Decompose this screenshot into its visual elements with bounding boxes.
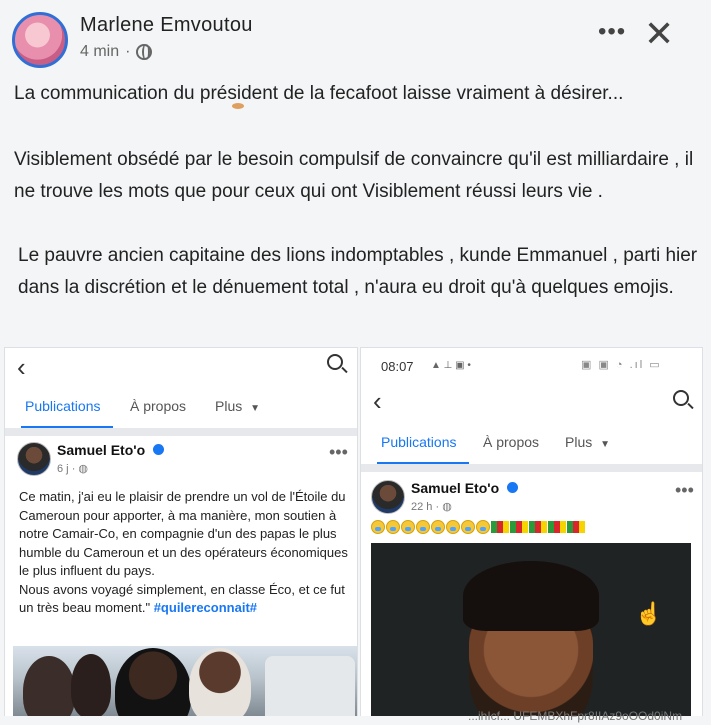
- left-post-photo[interactable]: [13, 646, 357, 716]
- right-inner-author-name: Samuel Eto'o: [411, 480, 500, 496]
- close-icon[interactable]: ✕: [644, 16, 674, 52]
- tab-plus-label: Plus: [215, 398, 243, 414]
- samuel-avatar[interactable]: [371, 480, 405, 514]
- post-header: Marlene Emvoutou 4 min · ••• ✕: [0, 0, 711, 80]
- footer-text: ...ihIcf... UFEMBXhFpr8IIAz9oOOd0iNm: [468, 709, 683, 723]
- chevron-down-icon: ▼: [600, 439, 611, 450]
- tab-a-propos[interactable]: À propos: [483, 434, 539, 450]
- right-post-photo[interactable]: ☝: [371, 543, 691, 716]
- right-inner-author[interactable]: Samuel Eto'o: [411, 480, 519, 496]
- crying-emoji-icon: [371, 520, 385, 534]
- status-icons-left: ▲ ⊥ ▣ •: [431, 360, 471, 371]
- right-inner-time: 22 h · ◍: [411, 500, 452, 513]
- author-name[interactable]: Marlene Emvoutou: [80, 14, 253, 37]
- post-paragraph-3: Le pauvre ancien capitaine des lions ind…: [18, 245, 698, 298]
- emoji-row: [371, 520, 701, 536]
- left-inner-post-body: Ce matin, j'ai eu le plaisir de prendre …: [19, 489, 348, 615]
- photo-person-1: [23, 656, 75, 716]
- left-inner-post-header: Samuel Eto'o 6 j · ◍ •••: [5, 440, 357, 488]
- more-icon[interactable]: •••: [675, 480, 694, 501]
- right-inner-post-header: Samuel Eto'o 22 h · ◍ •••: [361, 478, 702, 526]
- post-paragraph-2: Visiblement obsédé par le besoin compuls…: [14, 149, 694, 202]
- portrait-hair: [463, 561, 599, 631]
- left-inner-author-name: Samuel Eto'o: [57, 442, 146, 458]
- photo-person-2: [71, 654, 111, 716]
- globe-icon: · ◍: [71, 463, 89, 475]
- divider: [361, 464, 702, 472]
- left-tabs: Publications À propos Plus ▼: [5, 386, 357, 429]
- post-meta: 4 min ·: [80, 43, 153, 61]
- right-inner-time-text: 22 h: [411, 501, 433, 513]
- right-nav: ‹: [361, 382, 702, 422]
- cameroon-flag-icon: [548, 521, 566, 533]
- back-icon[interactable]: ‹: [373, 386, 382, 417]
- photo-person-3: [115, 648, 191, 716]
- post-time[interactable]: 4 min: [80, 43, 119, 61]
- post-paragraph-1: La communication du président de la feca…: [14, 83, 624, 104]
- divider: [5, 428, 357, 436]
- hand-cursor-icon: ☝: [635, 601, 663, 626]
- crying-emoji-icon: [446, 520, 460, 534]
- chevron-down-icon: ▼: [250, 403, 261, 414]
- right-tabs: Publications À propos Plus ▼: [361, 422, 702, 465]
- globe-icon: · ◍: [435, 501, 452, 513]
- tab-plus[interactable]: Plus ▼: [565, 434, 610, 450]
- status-icons-right: ▣ ▣ ◔ .ıl ▭: [581, 359, 662, 371]
- more-icon[interactable]: •••: [598, 20, 626, 44]
- author-avatar[interactable]: [12, 12, 68, 68]
- cameroon-flag-icon: [491, 521, 509, 533]
- tab-publications[interactable]: Publications: [25, 398, 101, 414]
- more-icon[interactable]: •••: [329, 442, 348, 463]
- photo-person-4: [189, 648, 251, 716]
- samuel-avatar[interactable]: [17, 442, 51, 476]
- crying-emoji-icon: [401, 520, 415, 534]
- left-inner-time: 6 j · ◍: [57, 462, 88, 475]
- left-inner-author[interactable]: Samuel Eto'o: [57, 442, 165, 458]
- left-embedded-screenshot: ‹ Publications À propos Plus ▼ Samuel Et…: [4, 347, 358, 717]
- back-icon[interactable]: ‹: [17, 352, 26, 383]
- search-icon[interactable]: [673, 390, 689, 406]
- left-nav: ‹: [5, 348, 357, 386]
- photo-window: [265, 656, 355, 716]
- crying-emoji-icon: [476, 520, 490, 534]
- verified-icon: [153, 444, 165, 455]
- tab-plus-label: Plus: [565, 434, 593, 450]
- cameroon-flag-icon: [529, 521, 547, 533]
- crying-emoji-icon: [386, 520, 400, 534]
- tab-publications[interactable]: Publications: [381, 434, 457, 450]
- tab-plus[interactable]: Plus ▼: [215, 398, 260, 414]
- verified-icon: [507, 482, 519, 493]
- cameroon-flag-icon: [510, 521, 528, 533]
- left-inner-time-text: 6 j: [57, 463, 69, 475]
- status-bar: 08:07 ▲ ⊥ ▣ • ▣ ▣ ◔ .ıl ▭: [361, 348, 702, 382]
- tab-a-propos[interactable]: À propos: [130, 398, 186, 414]
- facebook-post: Marlene Emvoutou 4 min · ••• ✕ La commun…: [0, 0, 711, 725]
- right-embedded-screenshot: 08:07 ▲ ⊥ ▣ • ▣ ▣ ◔ .ıl ▭ ‹ Publications…: [360, 347, 703, 717]
- crying-emoji-icon: [416, 520, 430, 534]
- search-icon[interactable]: [327, 354, 343, 370]
- crying-emoji-icon: [431, 520, 445, 534]
- status-time: 08:07: [381, 359, 414, 374]
- cameroon-flag-icon: [567, 521, 585, 533]
- globe-icon: [136, 44, 153, 60]
- hashtag-link[interactable]: #quilereconnait#: [154, 600, 257, 615]
- separator: ·: [125, 43, 131, 60]
- crying-emoji-icon: [461, 520, 475, 534]
- left-inner-post-text: Ce matin, j'ai eu le plaisir de prendre …: [19, 488, 349, 618]
